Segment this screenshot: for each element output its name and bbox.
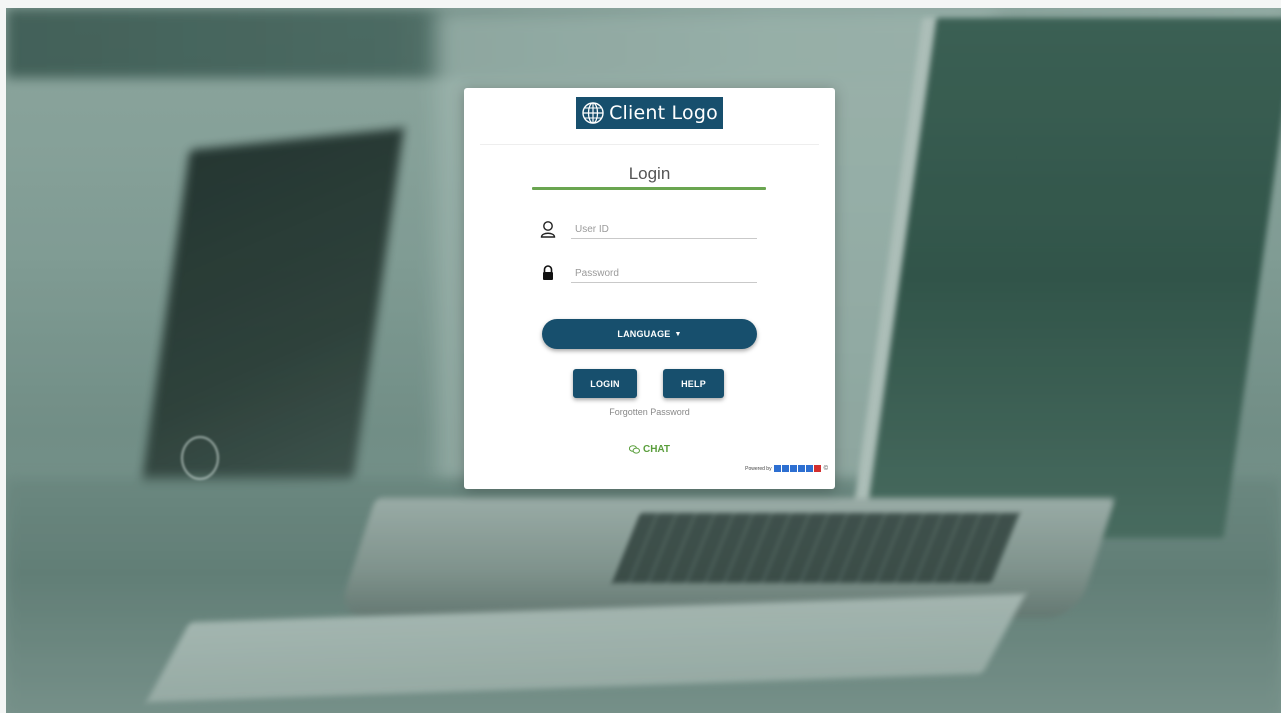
powered-by-label: Powered by: [745, 465, 772, 472]
globe-icon: [582, 102, 604, 124]
help-button[interactable]: HELP: [663, 369, 724, 398]
user-id-input[interactable]: [571, 221, 757, 239]
login-title: Login: [628, 164, 671, 183]
lock-icon: [543, 265, 553, 280]
chat-label: CHAT: [642, 444, 671, 455]
language-dropdown-button[interactable]: LANGUAGE ▼: [542, 319, 757, 349]
password-input[interactable]: [571, 265, 757, 283]
chat-link[interactable]: CHAT: [464, 444, 835, 455]
language-button-label: LANGUAGE: [617, 329, 671, 339]
forgotten-password-link[interactable]: Forgotten Password: [464, 407, 835, 417]
login-title-underline: [532, 187, 766, 190]
user-icon: [540, 221, 556, 238]
login-button[interactable]: LOGIN: [573, 369, 637, 398]
password-row: [540, 263, 760, 287]
login-card: Client Logo Login LANGUAGE ▼ LOGIN HELP …: [464, 88, 835, 489]
header-divider: [480, 144, 819, 145]
powered-by-footer: Powered by ©: [745, 465, 828, 472]
chat-icon: [628, 445, 640, 454]
copyright-symbol: ©: [823, 465, 828, 472]
client-logo-text: Client Logo: [609, 102, 718, 124]
vendor-logo: [773, 465, 821, 472]
user-id-row: [540, 219, 760, 243]
client-logo: Client Logo: [576, 97, 723, 129]
caret-down-icon: ▼: [674, 330, 682, 338]
